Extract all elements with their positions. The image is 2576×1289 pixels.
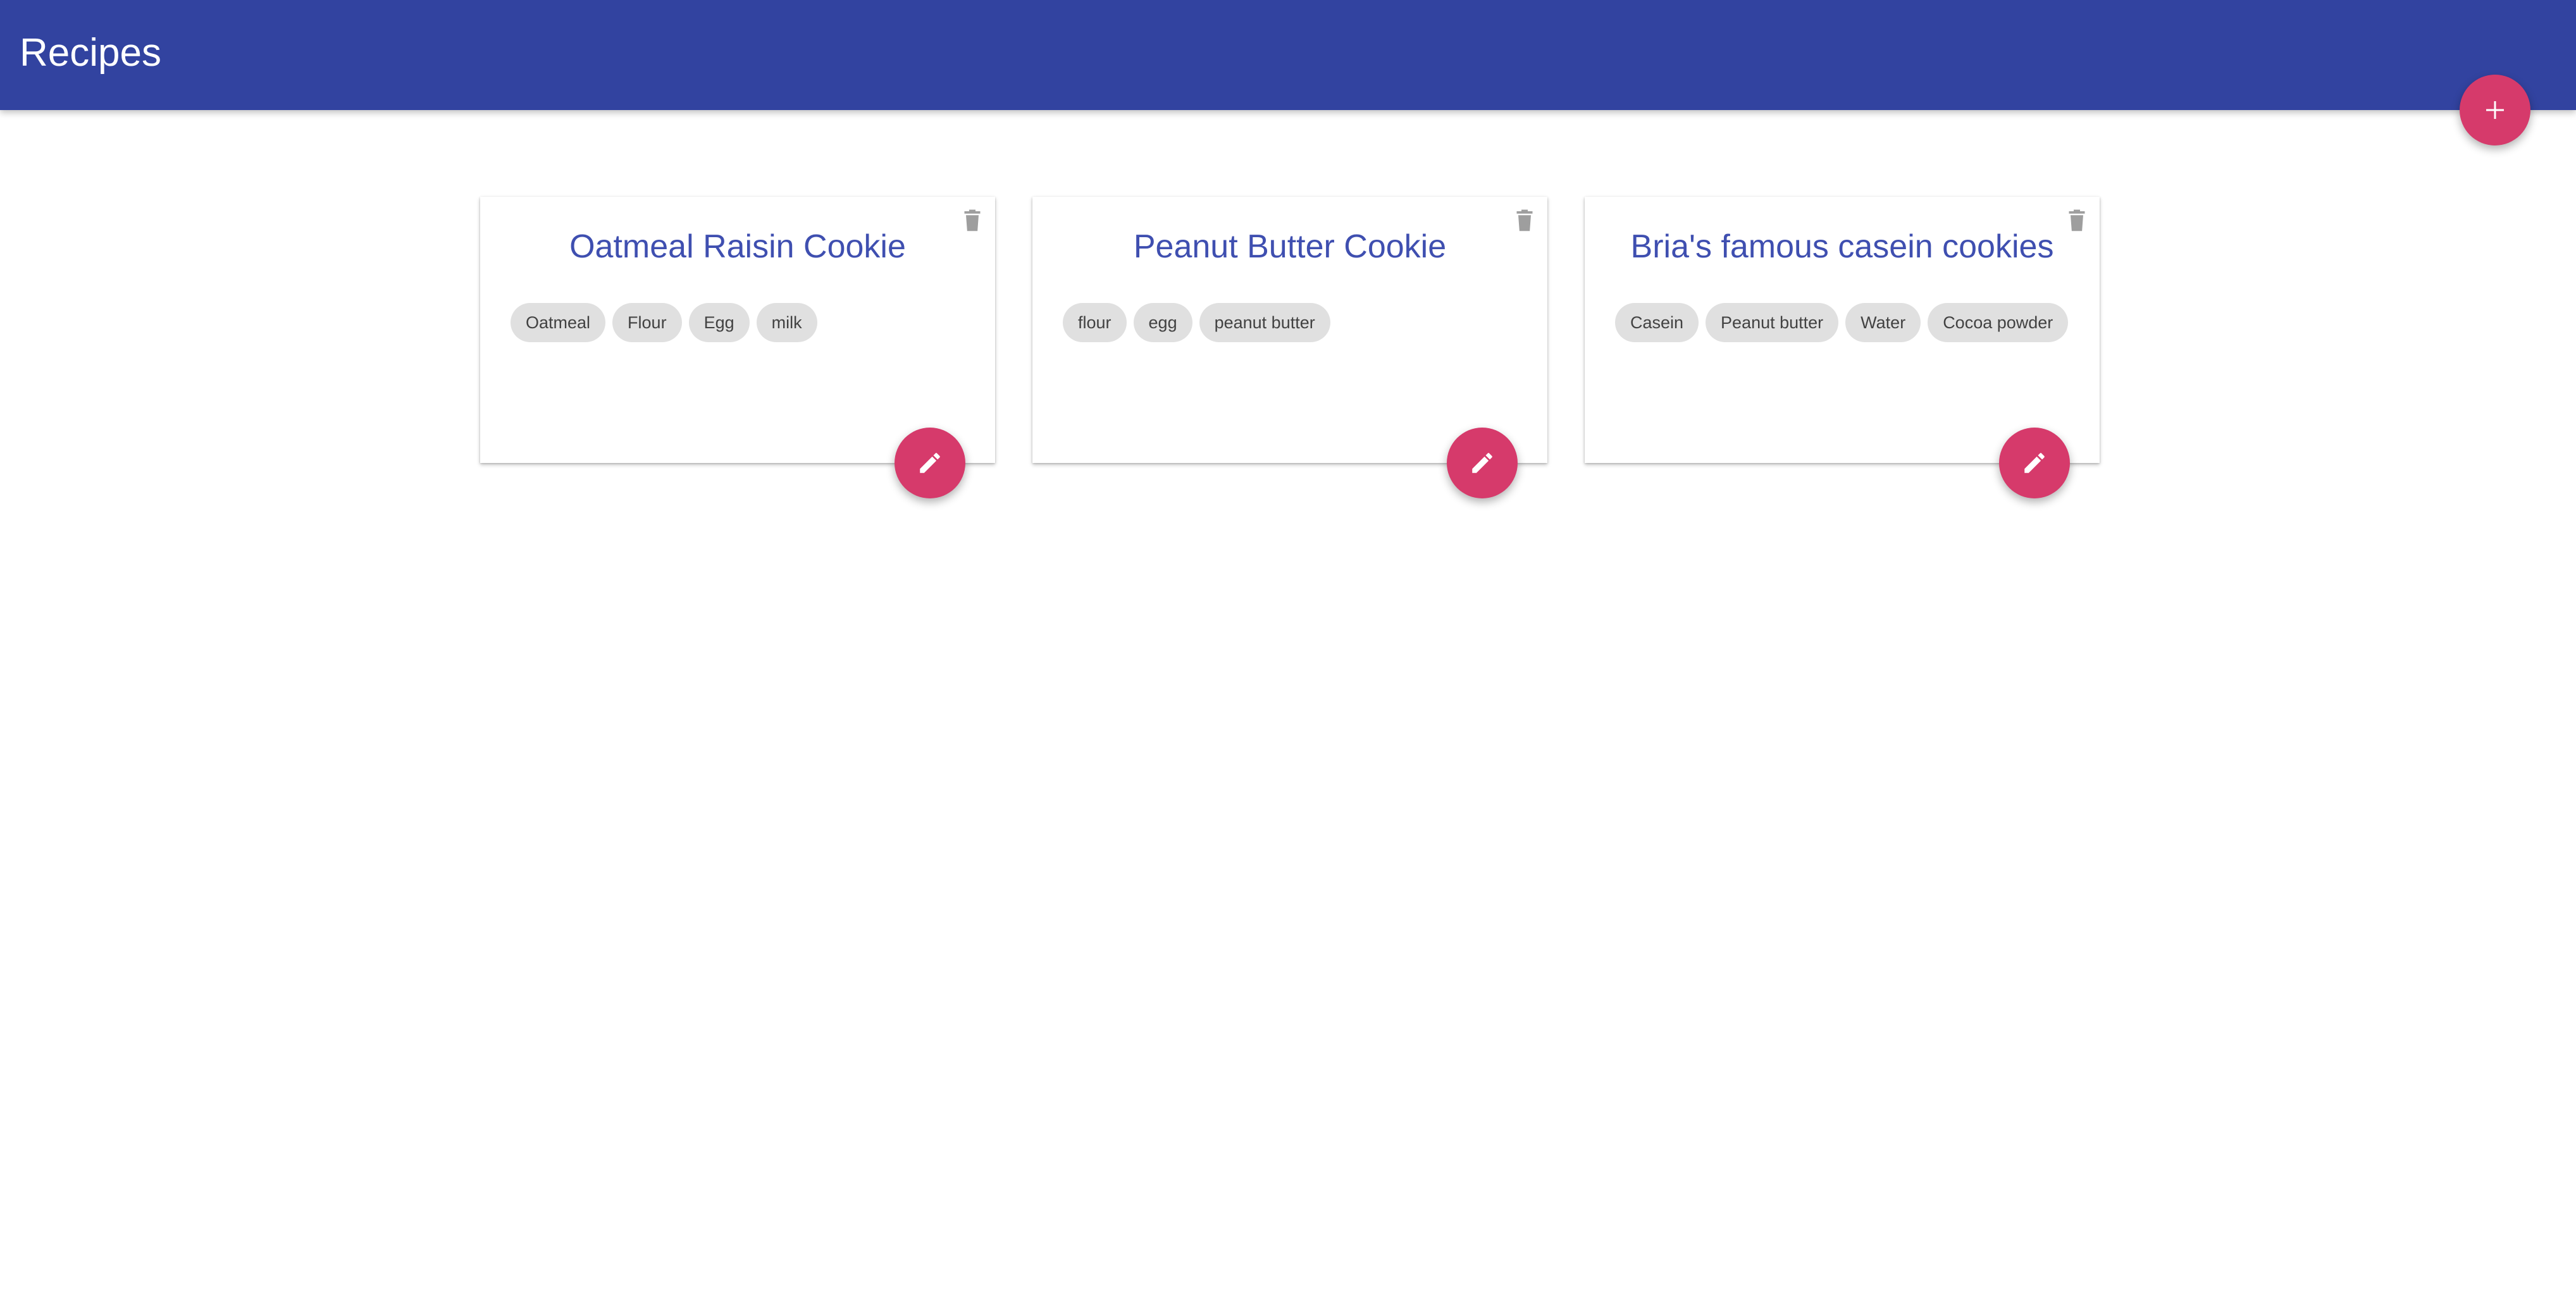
add-recipe-button[interactable] bbox=[2460, 75, 2530, 145]
ingredient-chip[interactable]: Flour bbox=[612, 303, 682, 342]
app-bar: Recipes bbox=[0, 0, 2576, 110]
ingredient-chip[interactable]: Egg bbox=[688, 303, 750, 342]
ingredient-chip[interactable]: egg bbox=[1133, 303, 1192, 342]
recipe-card: Oatmeal Raisin Cookie Oatmeal Flour Egg … bbox=[480, 197, 995, 498]
ingredient-chip[interactable]: Cocoa powder bbox=[1928, 303, 2069, 342]
recipe-title: Bria's famous casein cookies bbox=[1630, 228, 2054, 265]
pencil-icon bbox=[2024, 453, 2045, 473]
ingredient-chip[interactable]: Peanut butter bbox=[1706, 303, 1839, 342]
ingredient-chip[interactable]: Water bbox=[1845, 303, 1921, 342]
recipe-card: Peanut Butter Cookie flour egg peanut bu… bbox=[1032, 197, 1547, 498]
ingredient-list: Casein Peanut butter Water Cocoa powder bbox=[1615, 303, 2071, 342]
pencil-icon bbox=[920, 453, 940, 473]
edit-recipe-button[interactable] bbox=[1447, 428, 1518, 498]
ingredient-chip[interactable]: milk bbox=[756, 303, 817, 342]
plus-icon bbox=[2486, 101, 2504, 119]
recipe-title: Oatmeal Raisin Cookie bbox=[569, 228, 906, 265]
recipe-title: Peanut Butter Cookie bbox=[1133, 228, 1447, 265]
edit-recipe-button[interactable] bbox=[895, 428, 965, 498]
ingredient-chip[interactable]: flour bbox=[1063, 303, 1127, 342]
ingredient-list: Oatmeal Flour Egg milk bbox=[511, 303, 966, 342]
ingredient-chip[interactable]: Oatmeal bbox=[511, 303, 606, 342]
edit-recipe-button[interactable] bbox=[1999, 428, 2070, 498]
ingredient-chip[interactable]: Casein bbox=[1615, 303, 1699, 342]
app-title: Recipes bbox=[20, 31, 161, 75]
pencil-icon bbox=[1472, 453, 1492, 473]
recipe-card: Bria's famous casein cookies Casein Pean… bbox=[1585, 197, 2100, 498]
ingredient-list: flour egg peanut butter bbox=[1063, 303, 1518, 342]
ingredient-chip[interactable]: peanut butter bbox=[1199, 303, 1330, 342]
